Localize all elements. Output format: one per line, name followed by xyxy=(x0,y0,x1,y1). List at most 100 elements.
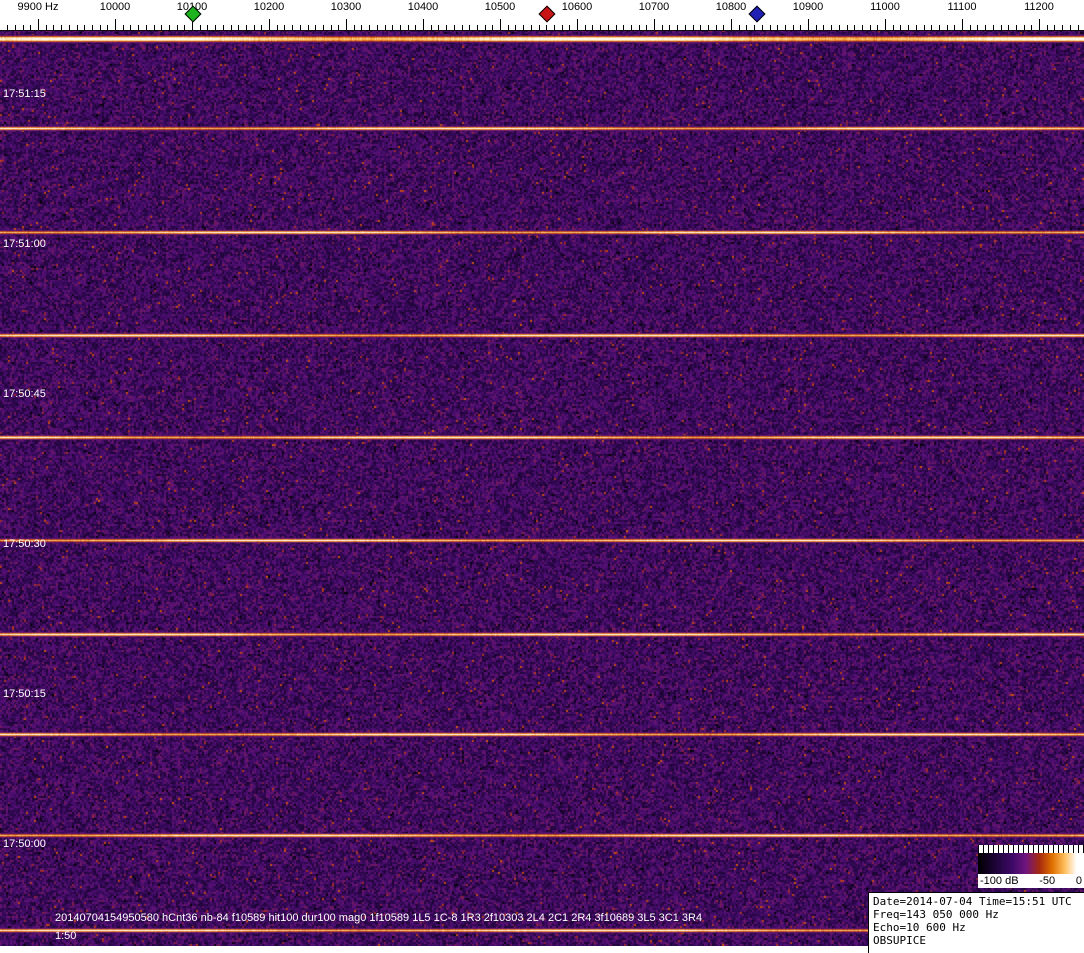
freq-minor-tick xyxy=(415,25,416,30)
colorbar-labels: -100 dB -50 0 xyxy=(978,874,1084,888)
freq-minor-tick xyxy=(30,25,31,30)
freq-minor-tick xyxy=(1031,25,1032,30)
info-date-time: Date=2014-07-04 Time=15:51 UTC xyxy=(873,895,1072,908)
freq-minor-tick xyxy=(662,25,663,30)
freq-minor-tick xyxy=(184,25,185,30)
freq-minor-tick xyxy=(1024,25,1025,30)
freq-minor-tick xyxy=(762,25,763,30)
blue-diamond-marker[interactable] xyxy=(748,5,766,23)
time-axis-label: 17:50:45 xyxy=(3,388,46,400)
time-axis-label: 17:50:30 xyxy=(3,538,46,550)
freq-minor-tick xyxy=(15,25,16,30)
freq-minor-tick xyxy=(485,25,486,30)
freq-minor-tick xyxy=(231,25,232,30)
freq-minor-tick xyxy=(985,25,986,30)
freq-minor-tick xyxy=(361,25,362,30)
freq-major-tick xyxy=(269,19,270,30)
freq-axis-label: 9900 Hz xyxy=(17,1,59,13)
freq-minor-tick xyxy=(207,25,208,30)
freq-minor-tick xyxy=(916,25,917,30)
freq-minor-tick xyxy=(284,25,285,30)
freq-minor-tick xyxy=(931,25,932,30)
colorbar-max-label: 0 xyxy=(1075,875,1082,887)
freq-minor-tick xyxy=(600,25,601,30)
freq-minor-tick xyxy=(400,25,401,30)
freq-minor-tick xyxy=(823,25,824,30)
freq-major-tick xyxy=(423,19,424,30)
colorbar: -100 dB -50 0 xyxy=(978,845,1084,888)
freq-minor-tick xyxy=(308,25,309,30)
freq-minor-tick xyxy=(646,25,647,30)
freq-axis-label: 10000 xyxy=(99,1,131,13)
spectrogram-area: 20140704154950580 hCnt36 nb-84 f10589 hi… xyxy=(0,30,1084,946)
freq-major-tick xyxy=(731,19,732,30)
freq-minor-tick xyxy=(1062,25,1063,30)
freq-minor-tick xyxy=(446,25,447,30)
freq-major-tick xyxy=(115,19,116,30)
freq-axis-label: 11100 xyxy=(947,1,977,13)
freq-minor-tick xyxy=(223,25,224,30)
freq-minor-tick xyxy=(793,25,794,30)
colorbar-ruler xyxy=(978,845,1084,853)
time-axis-label: 17:51:00 xyxy=(3,238,46,250)
freq-minor-tick xyxy=(685,25,686,30)
freq-minor-tick xyxy=(893,25,894,30)
frequency-axis: 9900 Hz100001010010200103001040010500106… xyxy=(0,0,1084,31)
freq-minor-tick xyxy=(585,25,586,30)
freq-minor-tick xyxy=(477,25,478,30)
freq-minor-tick xyxy=(947,25,948,30)
freq-minor-tick xyxy=(138,25,139,30)
freq-minor-tick xyxy=(154,25,155,30)
freq-axis-label: 11200 xyxy=(1024,1,1054,13)
freq-minor-tick xyxy=(554,25,555,30)
freq-minor-tick xyxy=(739,25,740,30)
freq-minor-tick xyxy=(708,25,709,30)
freq-minor-tick xyxy=(23,25,24,30)
freq-minor-tick xyxy=(592,25,593,30)
partial-time-label: 1:50 xyxy=(55,930,77,942)
colorbar-min-label: -100 dB xyxy=(980,875,1019,887)
freq-minor-tick xyxy=(100,25,101,30)
freq-minor-tick xyxy=(92,25,93,30)
freq-minor-tick xyxy=(608,25,609,30)
freq-minor-tick xyxy=(130,25,131,30)
freq-minor-tick xyxy=(338,25,339,30)
freq-minor-tick xyxy=(492,25,493,30)
freq-major-tick xyxy=(500,19,501,30)
freq-minor-tick xyxy=(277,25,278,30)
freq-major-tick xyxy=(1039,19,1040,30)
freq-minor-tick xyxy=(546,25,547,30)
freq-minor-tick xyxy=(746,25,747,30)
freq-minor-tick xyxy=(700,25,701,30)
freq-minor-tick xyxy=(215,25,216,30)
freq-minor-tick xyxy=(1047,25,1048,30)
freq-minor-tick xyxy=(84,25,85,30)
freq-minor-tick xyxy=(770,25,771,30)
freq-axis-label: 10900 xyxy=(792,1,824,13)
freq-minor-tick xyxy=(677,25,678,30)
freq-minor-tick xyxy=(800,25,801,30)
detection-status-line: 20140704154950580 hCnt36 nb-84 f10589 hi… xyxy=(55,912,703,924)
freq-minor-tick xyxy=(238,25,239,30)
freq-minor-tick xyxy=(900,25,901,30)
freq-minor-tick xyxy=(323,25,324,30)
freq-minor-tick xyxy=(970,25,971,30)
red-diamond-marker[interactable] xyxy=(538,5,556,23)
freq-axis-label: 10500 xyxy=(484,1,516,13)
freq-axis-label: 10200 xyxy=(253,1,285,13)
freq-minor-tick xyxy=(369,25,370,30)
freq-minor-tick xyxy=(300,25,301,30)
freq-minor-tick xyxy=(377,25,378,30)
freq-minor-tick xyxy=(200,25,201,30)
freq-minor-tick xyxy=(777,25,778,30)
freq-minor-tick xyxy=(292,25,293,30)
freq-minor-tick xyxy=(1008,25,1009,30)
freq-minor-tick xyxy=(469,25,470,30)
time-axis-label: 17:50:00 xyxy=(3,838,46,850)
freq-minor-tick xyxy=(816,25,817,30)
freq-minor-tick xyxy=(107,25,108,30)
colorbar-gradient xyxy=(978,853,1084,874)
freq-minor-tick xyxy=(854,25,855,30)
freq-minor-tick xyxy=(1001,25,1002,30)
freq-minor-tick xyxy=(954,25,955,30)
